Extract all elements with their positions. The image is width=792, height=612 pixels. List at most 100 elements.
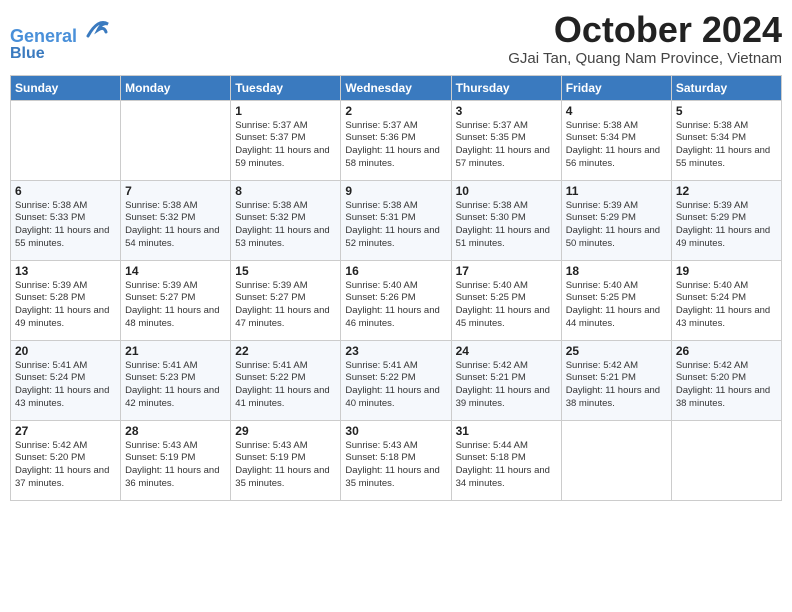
- day-number: 22: [235, 344, 336, 358]
- calendar-cell: 1Sunrise: 5:37 AM Sunset: 5:37 PM Daylig…: [231, 100, 341, 180]
- cell-content: Sunrise: 5:38 AM Sunset: 5:32 PM Dayligh…: [235, 200, 336, 251]
- calendar-cell: 20 Sunrise: 5:41 AM Sunset: 5:24 PM Dayli…: [11, 340, 121, 420]
- calendar-cell: 18Sunrise: 5:40 AM Sunset: 5:25 PM Dayli…: [561, 260, 671, 340]
- cell-content: Sunrise: 5:37 AM Sunset: 5:37 PM Dayligh…: [235, 120, 336, 171]
- logo-icon: [84, 14, 112, 42]
- calendar-cell: 26 Sunrise: 5:42 AM Sunset: 5:20 PM Dayli…: [671, 340, 781, 420]
- day-number: 5: [676, 104, 777, 118]
- cell-content: Sunrise: 5:39 AM Sunset: 5:29 PM Dayligh…: [676, 200, 777, 251]
- cell-content: Sunrise: 5:42 AM Sunset: 5:21 PM Dayligh…: [566, 360, 667, 411]
- header-monday: Monday: [121, 75, 231, 100]
- cell-content: Sunrise: 5:41 AM Sunset: 5:22 PM Dayligh…: [235, 360, 336, 411]
- cell-content: Sunrise: 5:38 AM Sunset: 5:31 PM Dayligh…: [345, 200, 446, 251]
- cell-content: Sunrise: 5:43 AM Sunset: 5:19 PM Dayligh…: [125, 440, 226, 491]
- cell-content: Sunrise: 5:38 AM Sunset: 5:30 PM Dayligh…: [456, 200, 557, 251]
- cell-content: Sunrise: 5:42 AM Sunset: 5:21 PM Dayligh…: [456, 360, 557, 411]
- cell-content: Sunrise: 5:41 AM Sunset: 5:24 PM Dayligh…: [15, 360, 116, 411]
- week-row-3: 13Sunrise: 5:39 AM Sunset: 5:28 PM Dayli…: [11, 260, 782, 340]
- header-saturday: Saturday: [671, 75, 781, 100]
- day-number: 15: [235, 264, 336, 278]
- calendar-cell: 24 Sunrise: 5:42 AM Sunset: 5:21 PM Dayli…: [451, 340, 561, 420]
- day-number: 11: [566, 184, 667, 198]
- day-number: 9: [345, 184, 446, 198]
- calendar-table: SundayMondayTuesdayWednesdayThursdayFrid…: [10, 75, 782, 501]
- day-number: 18: [566, 264, 667, 278]
- week-row-1: 1Sunrise: 5:37 AM Sunset: 5:37 PM Daylig…: [11, 100, 782, 180]
- page-header: General Blue October 2024 GJai Tan, Quan…: [10, 10, 782, 67]
- cell-content: Sunrise: 5:43 AM Sunset: 5:18 PM Dayligh…: [345, 440, 446, 491]
- day-number: 24: [456, 344, 557, 358]
- calendar-cell: 30Sunrise: 5:43 AM Sunset: 5:18 PM Dayli…: [341, 420, 451, 500]
- day-number: 16: [345, 264, 446, 278]
- calendar-cell: 29 Sunrise: 5:43 AM Sunset: 5:19 PM Dayli…: [231, 420, 341, 500]
- cell-content: Sunrise: 5:40 AM Sunset: 5:26 PM Dayligh…: [345, 280, 446, 331]
- day-number: 23: [345, 344, 446, 358]
- day-number: 14: [125, 264, 226, 278]
- cell-content: Sunrise: 5:38 AM Sunset: 5:33 PM Dayligh…: [15, 200, 116, 251]
- week-row-4: 20 Sunrise: 5:41 AM Sunset: 5:24 PM Dayli…: [11, 340, 782, 420]
- header-row: SundayMondayTuesdayWednesdayThursdayFrid…: [11, 75, 782, 100]
- calendar-cell: 2 Sunrise: 5:37 AM Sunset: 5:36 PM Daylig…: [341, 100, 451, 180]
- day-number: 3: [456, 104, 557, 118]
- calendar-cell: 22 Sunrise: 5:41 AM Sunset: 5:22 PM Dayli…: [231, 340, 341, 420]
- calendar-cell: 11 Sunrise: 5:39 AM Sunset: 5:29 PM Dayli…: [561, 180, 671, 260]
- calendar-cell: 27 Sunrise: 5:42 AM Sunset: 5:20 PM Dayli…: [11, 420, 121, 500]
- calendar-cell: 6 Sunrise: 5:38 AM Sunset: 5:33 PM Daylig…: [11, 180, 121, 260]
- day-number: 2: [345, 104, 446, 118]
- cell-content: Sunrise: 5:38 AM Sunset: 5:34 PM Dayligh…: [566, 120, 667, 171]
- day-number: 25: [566, 344, 667, 358]
- header-friday: Friday: [561, 75, 671, 100]
- calendar-cell: 14 Sunrise: 5:39 AM Sunset: 5:27 PM Dayli…: [121, 260, 231, 340]
- cell-content: Sunrise: 5:40 AM Sunset: 5:25 PM Dayligh…: [456, 280, 557, 331]
- calendar-cell: [121, 100, 231, 180]
- month-title: October 2024: [508, 10, 782, 50]
- calendar-cell: 13Sunrise: 5:39 AM Sunset: 5:28 PM Dayli…: [11, 260, 121, 340]
- cell-content: Sunrise: 5:41 AM Sunset: 5:22 PM Dayligh…: [345, 360, 446, 411]
- calendar-cell: 17 Sunrise: 5:40 AM Sunset: 5:25 PM Dayli…: [451, 260, 561, 340]
- location: GJai Tan, Quang Nam Province, Vietnam: [508, 50, 782, 67]
- day-number: 8: [235, 184, 336, 198]
- calendar-cell: 16 Sunrise: 5:40 AM Sunset: 5:26 PM Dayli…: [341, 260, 451, 340]
- day-number: 17: [456, 264, 557, 278]
- calendar-cell: 9 Sunrise: 5:38 AM Sunset: 5:31 PM Daylig…: [341, 180, 451, 260]
- logo-blue-text: Blue: [10, 45, 112, 63]
- cell-content: Sunrise: 5:37 AM Sunset: 5:36 PM Dayligh…: [345, 120, 446, 171]
- week-row-2: 6 Sunrise: 5:38 AM Sunset: 5:33 PM Daylig…: [11, 180, 782, 260]
- calendar-cell: 25 Sunrise: 5:42 AM Sunset: 5:21 PM Dayli…: [561, 340, 671, 420]
- title-block: October 2024 GJai Tan, Quang Nam Provinc…: [508, 10, 782, 67]
- day-number: 20: [15, 344, 116, 358]
- day-number: 31: [456, 424, 557, 438]
- day-number: 21: [125, 344, 226, 358]
- cell-content: Sunrise: 5:42 AM Sunset: 5:20 PM Dayligh…: [676, 360, 777, 411]
- cell-content: Sunrise: 5:39 AM Sunset: 5:29 PM Dayligh…: [566, 200, 667, 251]
- calendar-cell: 7 Sunrise: 5:38 AM Sunset: 5:32 PM Daylig…: [121, 180, 231, 260]
- cell-content: Sunrise: 5:42 AM Sunset: 5:20 PM Dayligh…: [15, 440, 116, 491]
- cell-content: Sunrise: 5:41 AM Sunset: 5:23 PM Dayligh…: [125, 360, 226, 411]
- cell-content: Sunrise: 5:39 AM Sunset: 5:27 PM Dayligh…: [125, 280, 226, 331]
- day-number: 29: [235, 424, 336, 438]
- cell-content: Sunrise: 5:44 AM Sunset: 5:18 PM Dayligh…: [456, 440, 557, 491]
- calendar-cell: 28 Sunrise: 5:43 AM Sunset: 5:19 PM Dayli…: [121, 420, 231, 500]
- calendar-cell: 23 Sunrise: 5:41 AM Sunset: 5:22 PM Dayli…: [341, 340, 451, 420]
- day-number: 6: [15, 184, 116, 198]
- cell-content: Sunrise: 5:39 AM Sunset: 5:27 PM Dayligh…: [235, 280, 336, 331]
- calendar-cell: 5Sunrise: 5:38 AM Sunset: 5:34 PM Daylig…: [671, 100, 781, 180]
- calendar-cell: 15 Sunrise: 5:39 AM Sunset: 5:27 PM Dayli…: [231, 260, 341, 340]
- day-number: 26: [676, 344, 777, 358]
- cell-content: Sunrise: 5:43 AM Sunset: 5:19 PM Dayligh…: [235, 440, 336, 491]
- calendar-cell: [561, 420, 671, 500]
- cell-content: Sunrise: 5:39 AM Sunset: 5:28 PM Dayligh…: [15, 280, 116, 331]
- day-number: 28: [125, 424, 226, 438]
- calendar-cell: 19Sunrise: 5:40 AM Sunset: 5:24 PM Dayli…: [671, 260, 781, 340]
- header-tuesday: Tuesday: [231, 75, 341, 100]
- header-sunday: Sunday: [11, 75, 121, 100]
- day-number: 7: [125, 184, 226, 198]
- day-number: 10: [456, 184, 557, 198]
- week-row-5: 27 Sunrise: 5:42 AM Sunset: 5:20 PM Dayli…: [11, 420, 782, 500]
- cell-content: Sunrise: 5:38 AM Sunset: 5:32 PM Dayligh…: [125, 200, 226, 251]
- header-thursday: Thursday: [451, 75, 561, 100]
- logo-text: General: [10, 14, 112, 47]
- day-number: 4: [566, 104, 667, 118]
- calendar-cell: 8 Sunrise: 5:38 AM Sunset: 5:32 PM Daylig…: [231, 180, 341, 260]
- day-number: 27: [15, 424, 116, 438]
